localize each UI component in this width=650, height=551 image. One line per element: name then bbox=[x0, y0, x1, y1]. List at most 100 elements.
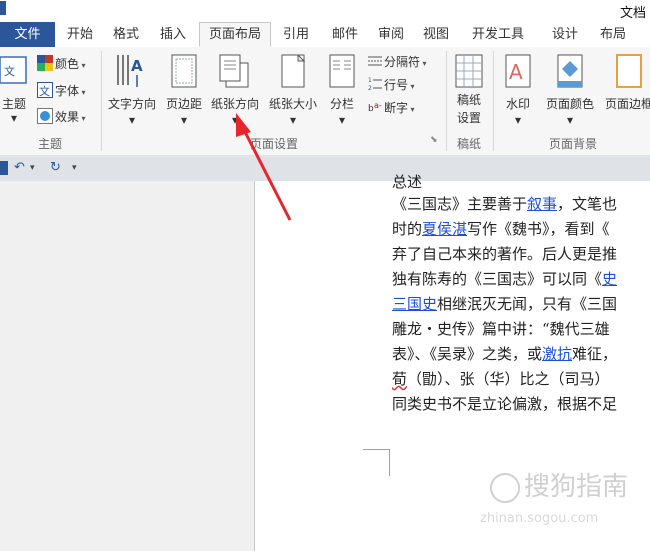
page-color-label: 页面颜色 bbox=[545, 97, 594, 111]
tab-references[interactable]: 引用 bbox=[276, 22, 316, 47]
chevron-down-icon: ▾ bbox=[566, 113, 574, 127]
chevron-down-icon: ▾ bbox=[408, 82, 415, 91]
save-icon[interactable] bbox=[0, 160, 8, 176]
tab-insert[interactable]: 插入 bbox=[153, 22, 193, 47]
page-borders-button[interactable]: 页面边框 bbox=[600, 51, 650, 131]
site-watermark: 搜狗指南 bbox=[490, 466, 628, 503]
chevron-down-icon: ▾ bbox=[231, 113, 239, 127]
line-numbers-button[interactable]: 1 2 行号 ▾ bbox=[368, 76, 415, 96]
watermark-label: 水印 bbox=[505, 97, 530, 111]
doc-link[interactable]: 激抗 bbox=[542, 345, 572, 363]
margins-icon bbox=[171, 54, 197, 88]
document-page[interactable]: 总述 《三国志》主要善于叙事，文笔也 时的夏侯湛写作《魏书》，看到《 弃了自己本… bbox=[254, 173, 650, 551]
text-direction-button[interactable]: A 文字方向 ▾ bbox=[104, 51, 160, 131]
tab-developer[interactable]: 开发工具 bbox=[462, 22, 534, 47]
chevron-down-icon: ▾ bbox=[420, 59, 427, 68]
svg-text:2: 2 bbox=[368, 85, 372, 91]
breaks-icon bbox=[368, 54, 382, 71]
manuscript-group-label: 稿纸 bbox=[456, 137, 481, 151]
tab-review[interactable]: 审阅 bbox=[371, 22, 411, 47]
tab-mailings[interactable]: 邮件 bbox=[325, 22, 365, 47]
chevron-down-icon: ▾ bbox=[408, 105, 415, 114]
hyphenation-button[interactable]: b a- 断字 ▾ bbox=[368, 99, 415, 119]
group-divider bbox=[101, 51, 102, 151]
theme-effects-icon bbox=[37, 108, 53, 127]
word-app-icon[interactable] bbox=[0, 1, 6, 15]
document-workspace: 总述 《三国志》主要善于叙事，文笔也 时的夏侯湛写作《魏书》，看到《 弃了自己本… bbox=[0, 173, 650, 551]
group-divider bbox=[446, 51, 447, 151]
doc-line: 雕龙・史传》篇中讲：“魏代三雄 bbox=[392, 320, 610, 338]
chevron-down-icon: ▾ bbox=[79, 114, 86, 123]
svg-text:A: A bbox=[131, 57, 143, 75]
ribbon: 文 主题 ▾ 颜色 ▾ 文字体 ▾ 效果 ▾ 主题 A 文字方向 ▾ 页边距 ▾ bbox=[0, 47, 650, 156]
page-borders-icon bbox=[616, 54, 642, 88]
doc-text: ，文笔也 bbox=[557, 195, 618, 213]
page-color-button[interactable]: 页面颜色 ▾ bbox=[541, 51, 599, 131]
doc-link[interactable]: 叙事 bbox=[527, 195, 557, 213]
text-direction-label: 文字方向 bbox=[107, 97, 156, 111]
theme-colors-button[interactable]: 颜色 ▾ bbox=[37, 55, 86, 75]
tab-file[interactable]: 文件 bbox=[0, 22, 55, 47]
doc-line: 独有陈寿的《三国志》可以同《史 bbox=[392, 268, 617, 289]
breaks-button[interactable]: 分隔符 ▾ bbox=[368, 53, 427, 73]
line-numbers-icon: 12 bbox=[368, 77, 382, 94]
text-direction-icon: A bbox=[117, 55, 143, 87]
undo-dropdown-chevron-icon[interactable]: ▾ bbox=[30, 163, 35, 179]
themes-label: 主题 bbox=[1, 97, 26, 111]
theme-effects-button[interactable]: 效果 ▾ bbox=[37, 108, 86, 128]
size-label: 纸张大小 bbox=[268, 97, 317, 111]
theme-colors-icon bbox=[37, 55, 53, 74]
undo-icon[interactable]: ↶ bbox=[14, 160, 25, 176]
doc-link[interactable]: 夏侯湛 bbox=[422, 220, 467, 238]
chevron-down-icon: ▾ bbox=[514, 113, 522, 127]
tab-format[interactable]: 格式 bbox=[106, 22, 146, 47]
margins-button[interactable]: 页边距 ▾ bbox=[162, 51, 206, 131]
tab-design[interactable]: 设计 bbox=[545, 22, 585, 47]
columns-button[interactable]: 分栏 ▾ bbox=[324, 51, 360, 131]
doc-text: 写作《魏书》，看到《 bbox=[467, 220, 610, 238]
watermark-url: zhinan.sogou.com bbox=[480, 511, 599, 526]
watermark-icon: A bbox=[505, 54, 531, 88]
tab-home[interactable]: 开始 bbox=[60, 22, 100, 47]
doc-text: 时的 bbox=[392, 220, 423, 238]
chevron-down-icon: ▾ bbox=[338, 113, 346, 127]
page-corner-mark bbox=[363, 449, 390, 476]
tab-layout[interactable]: 布局 bbox=[593, 22, 633, 47]
doc-line: 表》、《吴录》之类，或激抗难征， bbox=[392, 343, 617, 364]
manuscript-settings-button[interactable]: 稿纸 设置 bbox=[448, 51, 490, 131]
document-title: 文档 bbox=[619, 6, 646, 21]
doc-text: 相继泯灭无闻，只有《三国 bbox=[437, 295, 618, 313]
themes-button[interactable]: 文 主题 ▾ bbox=[0, 53, 28, 125]
customize-toolbar-chevron-icon[interactable]: ▾ bbox=[72, 163, 77, 179]
manuscript-label-line1: 稿纸 bbox=[456, 93, 481, 107]
columns-label: 分栏 bbox=[329, 97, 354, 111]
page-setup-dialog-launcher-icon[interactable]: ⬊ bbox=[430, 135, 438, 155]
theme-colors-label: 颜色 bbox=[55, 57, 80, 71]
watermark-button[interactable]: A 水印 ▾ bbox=[496, 51, 540, 131]
doc-line: 同类史书不是立论偏激，根据不足 bbox=[392, 395, 618, 413]
columns-icon bbox=[329, 54, 355, 88]
page-color-icon bbox=[557, 54, 583, 88]
doc-line: 总述 bbox=[392, 173, 423, 191]
line-numbers-label: 行号 bbox=[384, 78, 409, 92]
doc-link[interactable]: 史 bbox=[602, 270, 617, 288]
redo-icon[interactable]: ↻ bbox=[50, 160, 61, 176]
svg-text:文: 文 bbox=[4, 64, 15, 78]
doc-link[interactable]: 三国史 bbox=[392, 295, 437, 313]
orientation-label: 纸张方向 bbox=[210, 97, 259, 111]
tab-page-layout[interactable]: 页面布局 bbox=[199, 22, 271, 47]
tab-view[interactable]: 视图 bbox=[416, 22, 456, 47]
orientation-button[interactable]: 纸张方向 ▾ bbox=[206, 51, 264, 131]
theme-fonts-button[interactable]: 文字体 ▾ bbox=[37, 82, 86, 102]
group-divider bbox=[493, 51, 494, 151]
paper-size-icon bbox=[281, 54, 306, 88]
doc-line: 荀（勖）、张（华）比之（司马） bbox=[392, 368, 610, 389]
theme-effects-label: 效果 bbox=[55, 110, 80, 124]
hyphenation-label: 断字 bbox=[384, 101, 409, 115]
doc-text: 表》、《吴录》之类，或 bbox=[392, 345, 543, 363]
size-button[interactable]: 纸张大小 ▾ bbox=[264, 51, 322, 131]
chevron-down-icon: ▾ bbox=[79, 88, 86, 97]
hyphenation-icon: b a- bbox=[368, 100, 382, 117]
page-background-group-label: 页面背景 bbox=[548, 137, 597, 151]
orientation-icon bbox=[219, 54, 249, 88]
